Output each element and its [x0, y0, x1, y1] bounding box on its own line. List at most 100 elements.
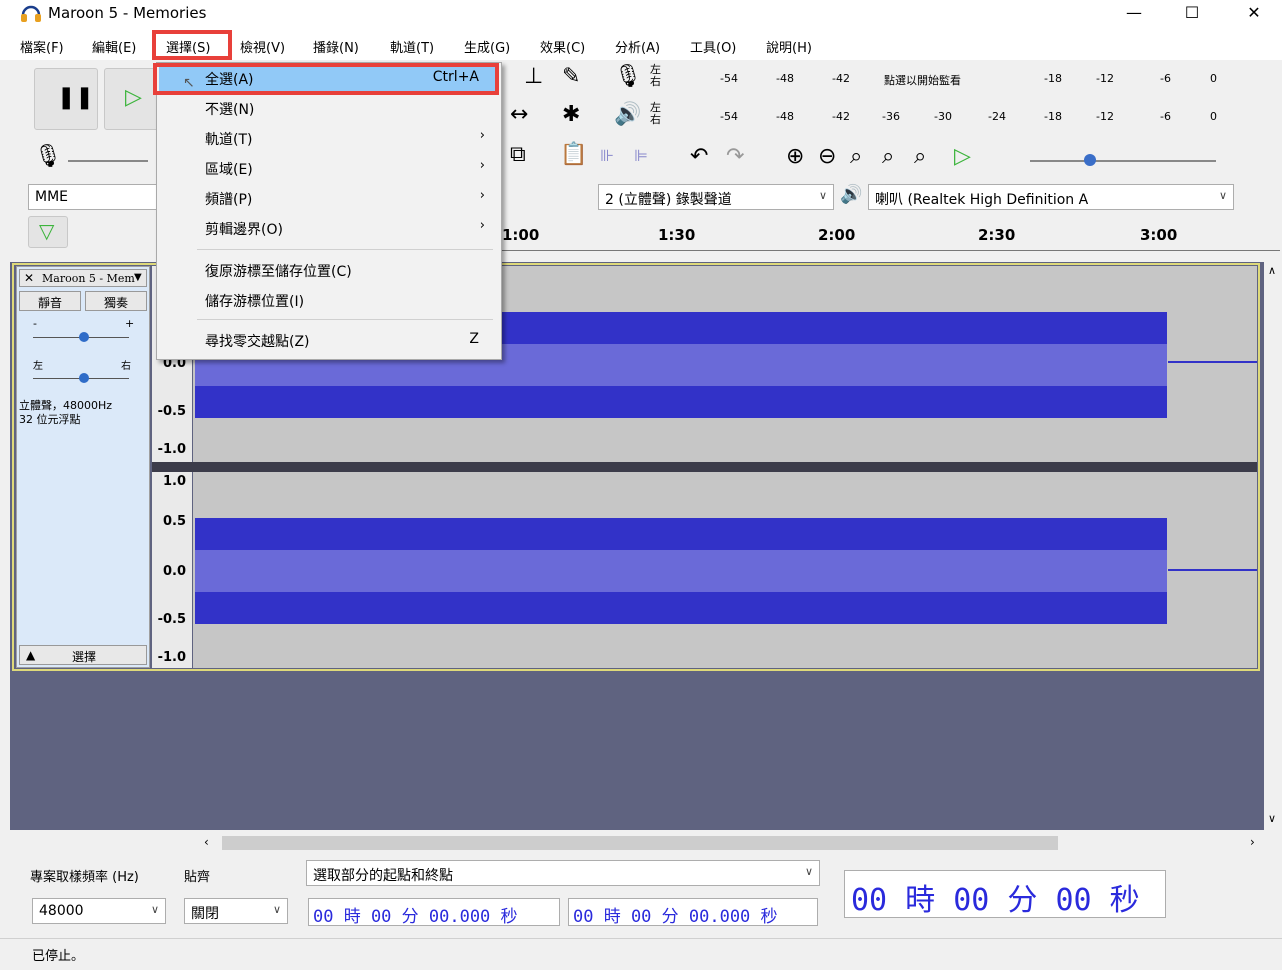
- scroll-down-icon[interactable]: ∨: [1268, 812, 1276, 825]
- recording-channels-select[interactable]: 2 (立體聲) 錄製聲道 ∨: [598, 184, 834, 210]
- selection-end-time[interactable]: 00 時 00 分 00.000 秒: [568, 898, 818, 927]
- menu-item-store-cursor[interactable]: 儲存游標位置(I): [159, 285, 499, 315]
- playback-device-select[interactable]: 喇叭 (Realtek High Definition A ∨: [868, 184, 1234, 210]
- status-bar: 已停止。: [0, 938, 1282, 970]
- selection-end-value: 00 時 00 分 00.000 秒: [573, 907, 778, 927]
- zoom-out-icon[interactable]: ⊖: [818, 146, 836, 168]
- menu-file[interactable]: 檔案(F): [20, 37, 64, 56]
- chevron-down-icon: ∨: [150, 903, 159, 916]
- project-rate-select[interactable]: 48000 ∨: [32, 898, 166, 924]
- menu-item-cursor-to-stored[interactable]: 復原游標至儲存位置(C): [159, 255, 499, 285]
- play-speed-slider[interactable]: [1030, 160, 1216, 162]
- track-select-bar[interactable]: ▲ 選擇: [19, 645, 147, 665]
- audio-host-select[interactable]: MME: [28, 184, 164, 210]
- zoom-in-icon[interactable]: ⊕: [786, 146, 804, 168]
- selection-mode-value: 選取部分的起點和終點: [313, 868, 453, 884]
- pause-button[interactable]: ❚❚: [34, 68, 98, 130]
- multi-tool-icon[interactable]: ⊥: [524, 66, 543, 88]
- menu-transport[interactable]: 播錄(N): [313, 37, 359, 56]
- draw-tool-icon[interactable]: ✎: [562, 66, 580, 88]
- menu-edit[interactable]: 編輯(E): [92, 37, 136, 56]
- meter-tick: -6: [1160, 72, 1171, 85]
- select-track-button[interactable]: 選擇: [72, 648, 96, 665]
- solo-button[interactable]: 獨奏: [85, 291, 147, 311]
- playback-meter[interactable]: -54 -48 -42 -36 -30 -24 -18 -12 -6 0: [674, 104, 1232, 134]
- silence-icon[interactable]: ⊫: [634, 148, 648, 164]
- minimize-button[interactable]: —: [1106, 0, 1162, 30]
- scale-label: -0.5: [157, 612, 186, 627]
- chevron-down-icon: ∨: [818, 189, 827, 202]
- snap-select[interactable]: 關閉 ∨: [184, 898, 288, 924]
- play-speed-thumb[interactable]: [1084, 154, 1096, 166]
- trim-icon[interactable]: ⊪: [600, 148, 614, 164]
- close-icon[interactable]: ✕: [24, 271, 34, 285]
- pan-slider-thumb[interactable]: [79, 373, 89, 383]
- menu-tracks[interactable]: 軌道(T): [390, 37, 434, 56]
- microphone-icon: 🎙: [34, 144, 62, 169]
- menu-item-clip-boundaries[interactable]: 剪輯邊界(O) ›: [159, 213, 499, 243]
- zoom-toggle-icon[interactable]: ⌕: [914, 146, 926, 168]
- vertical-scrollbar[interactable]: ∧ ∨: [1264, 262, 1282, 832]
- menu-item-spectral[interactable]: 頻譜(P) ›: [159, 183, 499, 213]
- menu-item-zero-crossings[interactable]: 尋找零交越點(Z) Z: [159, 325, 499, 355]
- submenu-arrow-icon: ›: [479, 128, 485, 143]
- mute-button[interactable]: 靜音: [19, 291, 81, 311]
- audacity-headphones-icon: [20, 3, 42, 23]
- ruler-label: 2:00: [818, 226, 856, 244]
- scroll-right-icon[interactable]: ›: [1250, 835, 1255, 849]
- menu-tools[interactable]: 工具(O): [690, 37, 736, 56]
- title-bar: Maroon 5 - Memories — ☐ ✕: [0, 0, 1282, 30]
- select-all-highlight: [153, 63, 499, 95]
- undo-icon[interactable]: ↶: [690, 146, 708, 168]
- menu-item-select-none[interactable]: 不選(N): [159, 93, 499, 123]
- gain-slider-thumb[interactable]: [79, 332, 89, 342]
- submenu-arrow-icon: ›: [479, 188, 485, 203]
- close-button[interactable]: ✕: [1226, 0, 1282, 30]
- gain-minus-label: -: [33, 317, 37, 330]
- lower-channel-waveform[interactable]: [193, 472, 1257, 668]
- menu-item-label: 頻譜(P): [205, 192, 253, 208]
- menu-item-region[interactable]: 區域(E) ›: [159, 153, 499, 183]
- horizontal-scroll-thumb[interactable]: [222, 836, 1058, 850]
- menu-separator: [197, 249, 493, 250]
- playback-device-value: 喇叭 (Realtek High Definition A: [875, 192, 1089, 208]
- paste-icon[interactable]: 📋: [560, 144, 587, 166]
- selection-start-time[interactable]: 00 時 00 分 00.000 秒: [308, 898, 560, 927]
- track-name: Maroon 5 - Mem: [42, 272, 135, 285]
- fit-selection-icon[interactable]: ⌕: [850, 146, 862, 168]
- track-name-bar[interactable]: ✕ Maroon 5 - Mem ▼: [19, 269, 147, 287]
- redo-icon[interactable]: ↷: [726, 146, 744, 168]
- audio-position-time[interactable]: 00 時 00 分 00 秒: [844, 870, 1166, 918]
- meter-tick: -12: [1096, 72, 1114, 85]
- selection-mode-select[interactable]: 選取部分的起點和終點 ∨: [306, 860, 820, 886]
- zoom-tool-icon[interactable]: ↔: [510, 104, 528, 126]
- scroll-up-icon[interactable]: ∧: [1268, 264, 1276, 277]
- record-lr-label: 左 右: [650, 63, 661, 88]
- menu-help[interactable]: 說明(H): [766, 37, 812, 56]
- maximize-button[interactable]: ☐: [1164, 0, 1220, 30]
- scroll-left-icon[interactable]: ‹: [204, 835, 209, 849]
- play-at-speed-icon[interactable]: ▷: [954, 146, 971, 168]
- channel-divider: [152, 462, 1257, 472]
- empty-track-area[interactable]: [10, 672, 1264, 830]
- menu-generate[interactable]: 生成(G): [464, 37, 510, 56]
- horizontal-scrollbar[interactable]: ‹ ›: [10, 832, 1282, 854]
- record-volume-slider[interactable]: [68, 160, 148, 162]
- menu-item-tracks[interactable]: 軌道(T) ›: [159, 123, 499, 153]
- record-meter[interactable]: -54 -48 -42 點選以開始監看 -18 -12 -6 0: [674, 66, 1232, 96]
- menu-item-label: 尋找零交越點(Z): [205, 334, 310, 350]
- menu-item-label: 不選(N): [205, 102, 255, 118]
- menu-view[interactable]: 檢視(V): [240, 37, 285, 56]
- fit-project-icon[interactable]: ⌕: [882, 146, 894, 168]
- meter-monitor-hint: 點選以開始監看: [884, 74, 961, 87]
- asterisk-tool-icon[interactable]: ✱: [562, 104, 580, 126]
- timeline-play-button[interactable]: ▽: [28, 216, 68, 248]
- status-text: 已停止。: [32, 949, 85, 964]
- track-menu-arrow-icon[interactable]: ▼: [134, 272, 142, 283]
- menu-effect[interactable]: 效果(C): [540, 37, 585, 56]
- menu-analyze[interactable]: 分析(A): [615, 37, 660, 56]
- recording-channels-value: 2 (立體聲) 錄製聲道: [605, 192, 732, 208]
- copy-icon[interactable]: ⧉: [510, 144, 526, 166]
- menu-item-label: 儲存游標位置(I): [205, 294, 305, 310]
- collapse-triangle-icon[interactable]: ▲: [26, 648, 35, 662]
